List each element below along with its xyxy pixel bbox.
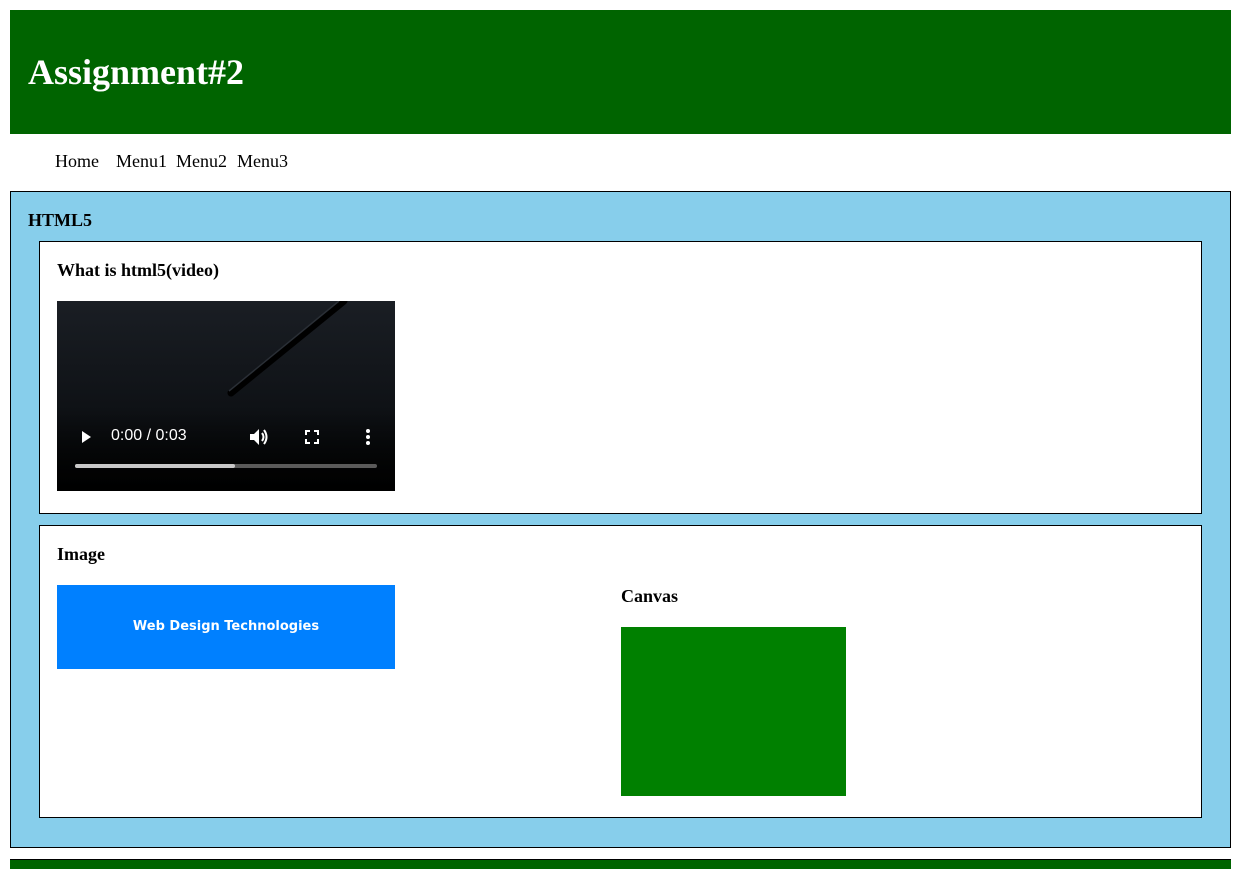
page-header: Assignment#2: [10, 10, 1231, 134]
play-icon[interactable]: [79, 430, 93, 444]
video-progress-fill: [75, 464, 235, 468]
video-progress-bar[interactable]: [75, 464, 377, 468]
image-section-title: Image: [57, 544, 105, 564]
video-box: What is html5(video) 0:00 / 0:03: [39, 241, 1202, 514]
nav-item-menu3[interactable]: Menu3: [237, 151, 288, 172]
nav-item-home[interactable]: Home: [55, 151, 99, 172]
section-title: HTML5: [28, 210, 93, 230]
fullscreen-icon[interactable]: [305, 430, 319, 444]
more-options-icon[interactable]: [365, 428, 371, 446]
nav-item-menu1[interactable]: Menu1: [116, 151, 167, 172]
canvas-area: [621, 627, 846, 796]
page-title: Assignment#2: [28, 52, 245, 92]
video-controls: [57, 411, 395, 491]
nav-item-menu2[interactable]: Menu2: [176, 151, 227, 172]
web-design-image: Web Design Technologies: [57, 585, 395, 669]
html5-section: HTML5 What is html5(video) 0:00 / 0:03 I…: [10, 191, 1231, 848]
image-box: Image Web Design Technologies Canvas: [39, 525, 1202, 818]
video-time: 0:00 / 0:03: [111, 427, 187, 444]
video-section-title: What is html5(video): [57, 260, 219, 280]
video-player[interactable]: 0:00 / 0:03: [57, 301, 395, 491]
canvas-title: Canvas: [621, 586, 679, 606]
volume-icon[interactable]: [249, 428, 269, 446]
